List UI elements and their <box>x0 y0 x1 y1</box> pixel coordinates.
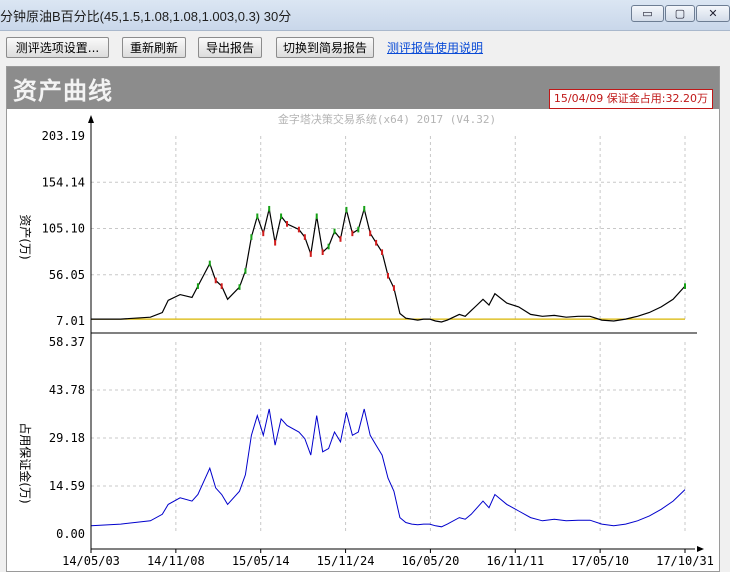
settings-button[interactable]: 测评选项设置... <box>6 37 109 58</box>
watermark: 金字塔决策交易系统(x64) 2017 (V4.32) <box>278 112 496 126</box>
asset-grid <box>91 136 686 321</box>
asset-axis-label: 资产(万) <box>18 214 32 259</box>
y-tick-label: 43.78 <box>49 383 85 397</box>
switch-simple-report-button[interactable]: 切换到简易报告 <box>276 37 374 58</box>
maximize-button[interactable]: ▢ <box>665 5 695 22</box>
y-tick-label: 29.18 <box>49 431 85 445</box>
y-tick-label: 105.10 <box>42 222 85 236</box>
y-tick-label: 7.01 <box>56 314 85 328</box>
y-tick-label: 56.05 <box>49 268 85 282</box>
margin-series <box>90 408 686 528</box>
asset-line <box>91 206 686 323</box>
section-banner: 资产曲线 15/04/09 保证金占用:32.20万 <box>7 67 719 109</box>
asset-curve-panel: 资产曲线 15/04/09 保证金占用:32.20万 金字塔决策交易系统(x64… <box>6 66 720 572</box>
close-button[interactable]: ✕ <box>696 5 730 22</box>
x-tick-label: 15/11/24 <box>317 554 375 568</box>
y-tick-label: 203.19 <box>42 129 85 143</box>
report-help-link[interactable]: 测评报告使用说明 <box>387 39 483 56</box>
y-tick-label: 14.59 <box>49 479 85 493</box>
y-tick-label: 58.37 <box>49 335 85 349</box>
x-tick-label: 17/05/10 <box>571 554 629 568</box>
x-tick-label: 17/10/31 <box>656 554 714 568</box>
window-title: 分钟原油B百分比(45,1.5,1.08,1.08,1.003,0.3) 30分 <box>0 9 292 24</box>
margin-usage-badge: 15/04/09 保证金占用:32.20万 <box>548 89 713 109</box>
x-tick-label: 14/11/08 <box>147 554 205 568</box>
x-axis-arrow <box>697 546 704 552</box>
x-tick-label: 16/05/20 <box>402 554 460 568</box>
title-bar: 分钟原油B百分比(45,1.5,1.08,1.08,1.003,0.3) 30分… <box>0 0 730 31</box>
section-title: 资产曲线 <box>13 76 113 105</box>
minimize-button[interactable]: ▭ <box>631 5 664 22</box>
refresh-button[interactable]: 重新刷新 <box>122 37 186 58</box>
margin-grid <box>91 342 686 534</box>
asset-margin-chart: 金字塔决策交易系统(x64) 2017 (V4.32) 203.19 154.14… <box>18 112 714 568</box>
toolbar: 测评选项设置... 重新刷新 导出报告 切换到简易报告 测评报告使用说明 <box>0 30 730 62</box>
margin-line <box>90 408 686 528</box>
x-tick-label: 15/05/14 <box>232 554 290 568</box>
y-axis-arrow <box>88 115 94 123</box>
maximize-icon: ▢ <box>674 7 686 20</box>
x-tick-label: 14/05/03 <box>62 554 120 568</box>
y-tick-label: 0.00 <box>56 527 85 541</box>
minimize-icon: ▭ <box>642 7 653 20</box>
export-report-button[interactable]: 导出报告 <box>198 37 262 58</box>
x-tick-label: 16/11/11 <box>486 554 544 568</box>
close-icon: ✕ <box>708 7 718 20</box>
margin-axis-label: 占用保证金(万) <box>18 422 33 503</box>
y-tick-label: 154.14 <box>42 175 85 189</box>
chart-axes: 203.19 154.14 105.10 56.05 7.01 58.37 43.78 29.… <box>42 115 714 568</box>
asset-series <box>91 205 686 323</box>
